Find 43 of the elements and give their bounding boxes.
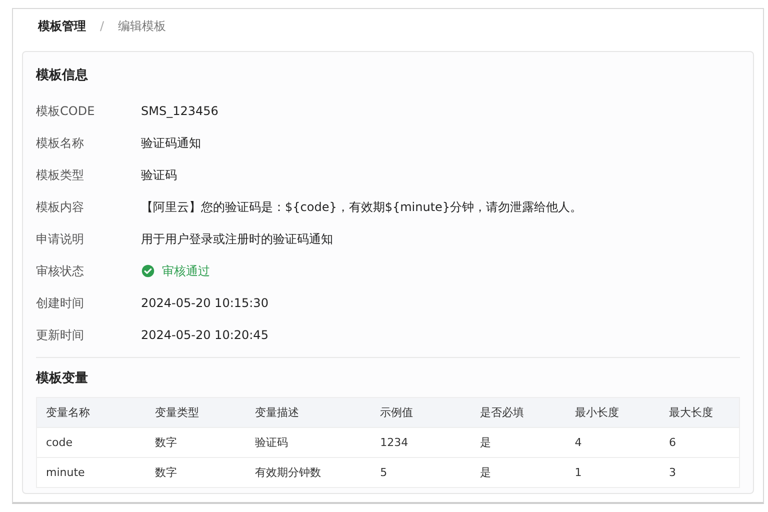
column-header: 示例值 — [371, 398, 471, 428]
section-title: 模板变量 — [36, 370, 89, 387]
field-label: 更新时间 — [36, 326, 85, 344]
table-cell: 是 — [470, 428, 566, 458]
field-value: 验证码通知 — [141, 134, 201, 152]
breadcrumb-link[interactable]: 编辑模板 — [118, 18, 166, 34]
field-value: SMS_123456 — [141, 104, 218, 118]
table-cell: 验证码 — [246, 428, 372, 458]
breadcrumb-link[interactable]: 模板管理 — [38, 18, 86, 34]
column-header: 变量类型 — [146, 398, 246, 428]
table-cell: 数字 — [146, 458, 246, 488]
section-title: 模板信息 — [36, 67, 89, 84]
field-value: 用于用户登录或注册时的验证码通知 — [141, 230, 333, 248]
check-circle-icon — [141, 264, 155, 278]
field-value: 2024-05-20 10:15:30 — [141, 296, 268, 310]
column-header: 变量描述 — [246, 398, 372, 428]
status-text: 审核通过 — [162, 262, 210, 280]
field-value: 【阿里云】您的验证码是：${code}，有效期${minute}分钟，请勿泄露给他人。 — [141, 198, 582, 216]
column-header: 变量名称 — [36, 398, 146, 428]
table-cell: 1 — [566, 458, 660, 488]
table-cell: code — [36, 428, 146, 458]
table-cell: 数字 — [146, 428, 246, 458]
table-cell: 5 — [371, 458, 471, 488]
field-label: 模板名称 — [36, 134, 85, 152]
field-label: 申请说明 — [36, 230, 85, 248]
column-header: 最大长度 — [660, 398, 740, 428]
breadcrumb-separator: / — [100, 19, 104, 33]
table-cell: minute — [36, 458, 146, 488]
table-cell: 1234 — [371, 428, 471, 458]
column-header: 是否必填 — [470, 398, 566, 428]
table-cell: 3 — [660, 458, 740, 488]
table-cell: 有效期分钟数 — [246, 458, 372, 488]
field-label: 模板CODE — [36, 102, 96, 120]
field-value: 验证码 — [141, 166, 177, 184]
field-label: 模板类型 — [36, 166, 85, 184]
column-header: 最小长度 — [566, 398, 660, 428]
field-label: 创建时间 — [36, 294, 85, 312]
field-label: 模板内容 — [36, 198, 85, 216]
field-value: 2024-05-20 10:20:45 — [141, 328, 268, 342]
table-cell: 6 — [660, 428, 740, 458]
field-label: 审核状态 — [36, 262, 85, 280]
table-cell: 4 — [566, 428, 660, 458]
table-cell: 是 — [470, 458, 566, 488]
